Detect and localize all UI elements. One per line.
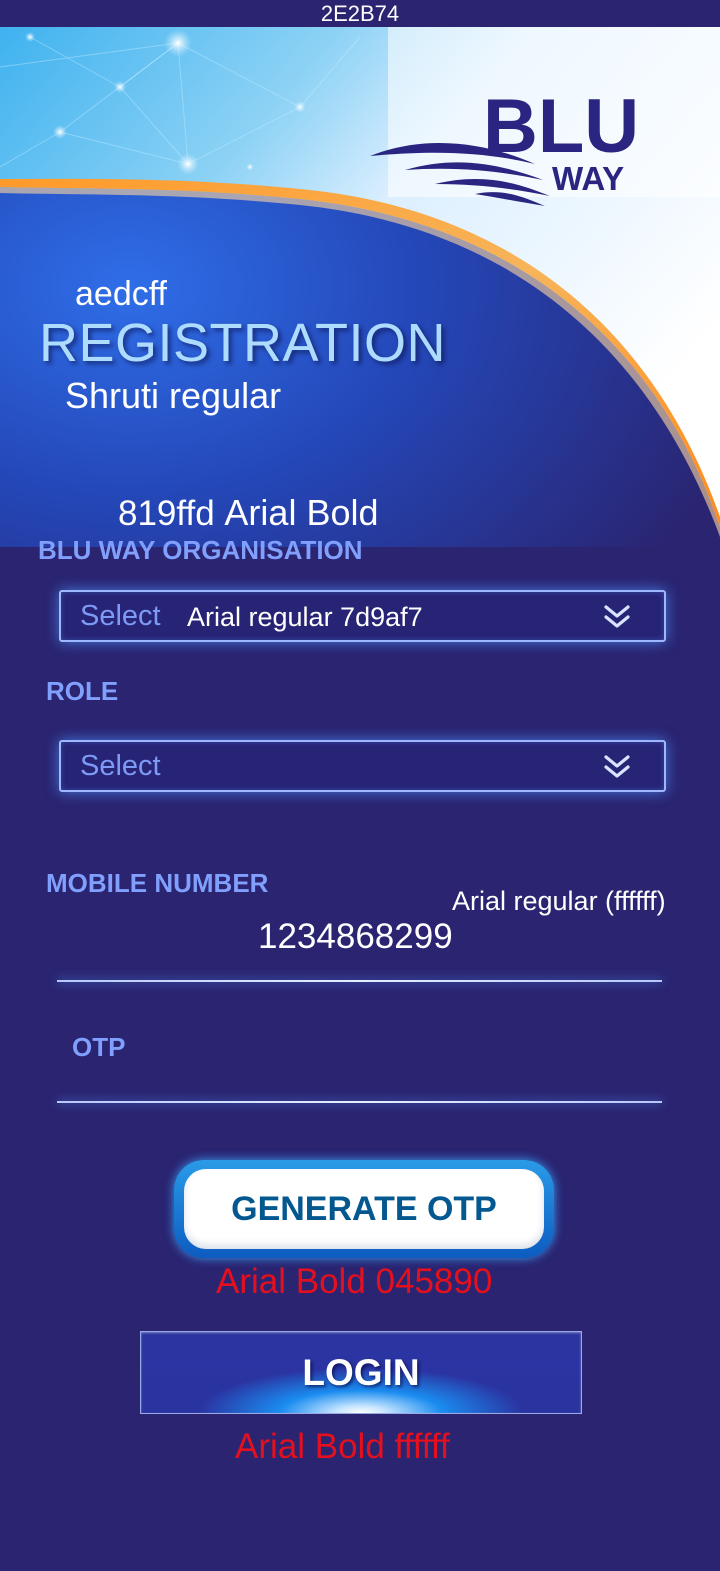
bluway-logo: BLU WAY [370, 84, 639, 206]
mobile-number-underline [57, 980, 662, 982]
generate-otp-button[interactable]: GENERATE OTP [174, 1160, 554, 1258]
title-font-note: Shruti regular [65, 375, 282, 416]
registration-screen: 2E2B74 BLU WAY aedcff REGISTRATION Shrut… [0, 0, 720, 1571]
generate-otp-style-note: Arial Bold 045890 [216, 1262, 493, 1301]
role-select[interactable]: Select [59, 740, 666, 792]
login-button[interactable]: LOGIN [140, 1331, 582, 1414]
double-chevron-down-icon [604, 605, 630, 628]
generate-otp-button-label: GENERATE OTP [184, 1169, 544, 1249]
page-title: REGISTRATION [39, 313, 447, 373]
title-color-note: aedcff [75, 275, 168, 313]
double-chevron-down-icon [604, 755, 630, 778]
organisation-label: BLU WAY ORGANISATION [38, 535, 363, 565]
label-color-note: 819ffd [118, 494, 215, 533]
otp-input[interactable] [57, 1050, 662, 1100]
label-font-note: Arial Bold [224, 492, 379, 533]
organisation-select[interactable]: Select Arial regular 7d9af7 [59, 590, 666, 642]
label-style-note: 819ffd Arial Bold [118, 492, 379, 534]
organisation-select-placeholder: Select [80, 600, 161, 632]
otp-underline [57, 1101, 662, 1103]
select-style-note: Arial regular 7d9af7 [187, 602, 423, 632]
mobile-number-label: MOBILE NUMBER [46, 868, 269, 898]
mobile-number-input[interactable] [57, 920, 662, 970]
input-style-note: Arial regular (ffffff) [452, 886, 666, 916]
role-label: ROLE [46, 676, 119, 706]
color-spec-strip: 2E2B74 [0, 0, 720, 27]
login-style-note: Arial Bold ffffff [235, 1427, 450, 1466]
svg-text:WAY: WAY [552, 160, 624, 197]
role-select-placeholder: Select [80, 750, 161, 782]
